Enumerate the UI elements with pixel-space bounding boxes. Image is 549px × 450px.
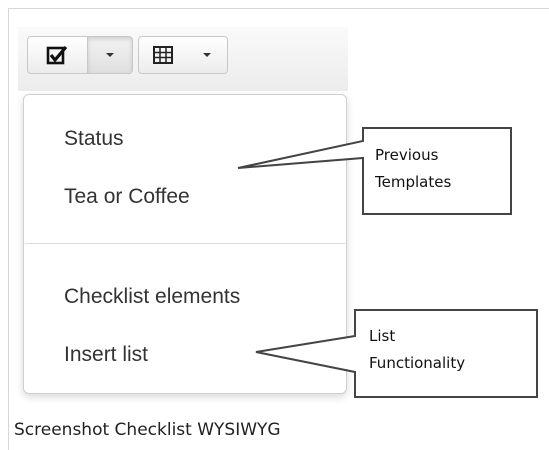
- callout-line: Previous: [375, 146, 439, 164]
- callout-list-functionality: List Functionality: [369, 323, 465, 377]
- callout-line: Functionality: [369, 354, 466, 372]
- callout-line: List: [369, 327, 396, 345]
- figure-caption: Screenshot Checklist WYSIWYG: [14, 420, 281, 440]
- callout-previous-templates: Previous Templates: [375, 142, 451, 196]
- callout-shapes: [237, 127, 538, 398]
- callout-line: Templates: [375, 173, 452, 191]
- screenshot: Status Tea or Coffee Checklist elements …: [18, 27, 547, 404]
